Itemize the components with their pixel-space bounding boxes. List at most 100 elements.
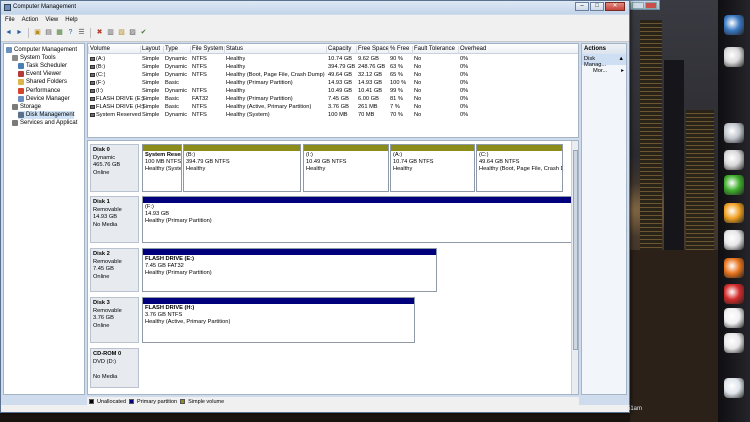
drive-icon[interactable] (724, 378, 744, 398)
export-icon[interactable]: ▧ (117, 28, 126, 37)
table-cell: Healthy (Primary Partition) (226, 96, 293, 102)
settings-icon[interactable]: ▥ (106, 28, 115, 37)
firefox-icon[interactable] (724, 258, 744, 278)
minimize-button[interactable]: – (575, 2, 589, 11)
partition-status: Healthy (Syste (145, 166, 182, 172)
title-bar[interactable]: Computer Management – □ ✕ (1, 1, 629, 14)
tree-item[interactable]: Task Scheduler (18, 62, 67, 70)
tree-item[interactable]: Event Viewer (18, 70, 61, 78)
tree-item[interactable]: Performance (18, 87, 60, 95)
menu-action[interactable]: Action (22, 17, 39, 23)
menu-help[interactable]: Help (65, 17, 77, 23)
partition-title: FLASH DRIVE (H:) (145, 305, 195, 311)
alien-head-icon[interactable] (724, 333, 744, 353)
drive-icon (90, 105, 95, 109)
partition-block[interactable]: (B:) 394.79 GB NTFS Healthy (183, 144, 301, 192)
disk-row: CD-ROM 0 DVD (D:) No Media (90, 348, 567, 388)
partition-block[interactable]: (I:) 10.49 GB NTFS Healthy (303, 144, 389, 192)
column-header[interactable]: Fault Tolerance (412, 46, 455, 54)
list-view-icon[interactable]: ☰ (77, 28, 86, 37)
table-row[interactable]: (B:) Simple Dynamic NTFS Healthy 394.79 GB 248… (88, 63, 578, 71)
tree-item[interactable]: Computer Management (6, 46, 77, 54)
maximize-button[interactable]: □ (590, 2, 604, 11)
disk-label[interactable]: CD-ROM 0 DVD (D:) No Media (90, 348, 139, 388)
tree-item[interactable]: System Tools (12, 54, 56, 62)
disk-info: 7.45 GB (93, 266, 114, 272)
table-cell: (B:) (90, 64, 105, 70)
black-logo-icon[interactable] (724, 308, 744, 328)
opera-red-icon[interactable] (724, 284, 744, 304)
building (630, 250, 720, 422)
refresh-icon[interactable]: ▨ (128, 28, 137, 37)
tree-item[interactable]: Storage (12, 103, 41, 111)
help-icon[interactable]: ? (66, 28, 75, 37)
disk-label[interactable]: Disk 2 Removable 7.45 GB Online (90, 248, 139, 292)
column-header[interactable]: Overhead (458, 46, 486, 54)
partition-block[interactable]: (A:) 10.74 GB NTFS Healthy (390, 144, 475, 192)
console-tree-icon[interactable]: ▤ (44, 28, 53, 37)
partition-size: 14.93 GB (145, 211, 170, 217)
tree-item-label: Computer Management (14, 47, 78, 53)
tree-item[interactable]: Device Manager (18, 95, 70, 103)
disk-info: No Media (93, 373, 118, 380)
green-cubes-icon[interactable] (724, 175, 744, 195)
column-header[interactable]: % Free (388, 46, 409, 54)
disk-name: Disk 3 (93, 300, 110, 306)
partition-block[interactable]: (F:) 14.93 GB Healthy (Primary Partition) (142, 196, 574, 243)
column-header[interactable]: Capacity (326, 46, 351, 54)
tree-item[interactable]: Shared Folders (18, 78, 67, 86)
disk-name: CD-ROM 0 (93, 351, 122, 357)
table-row[interactable]: System Reserved Simple Dynamic NTFS Healthy … (88, 111, 578, 119)
column-header[interactable]: Layout (140, 46, 160, 54)
column-header[interactable]: Free Space (356, 46, 389, 54)
film-reel-icon[interactable] (724, 123, 744, 143)
table-row[interactable]: FLASH DRIVE (H:) Simple Basic NTFS Healthy (… (88, 103, 578, 111)
tree-item-label: Shared Folders (26, 79, 68, 86)
back-arrow-icon[interactable]: ◄ (4, 28, 13, 37)
table-cell: Healthy (System) (226, 112, 270, 118)
partition-block[interactable]: System Reser 100 MB NTFS Healthy (Syste (142, 144, 182, 192)
partition-text: (F:) 14.93 GB Healthy (Primary Partition) (143, 203, 573, 226)
taskbar-clock: 51am (627, 406, 643, 412)
close-button[interactable]: ✕ (605, 2, 625, 11)
properties-icon[interactable]: ▦ (55, 28, 64, 37)
table-cell: 0% (460, 104, 469, 110)
column-header[interactable]: File System (190, 46, 223, 54)
globe-gadget-icon[interactable] (724, 15, 744, 35)
disk-map-scrollbar[interactable] (571, 141, 578, 394)
delete-icon[interactable]: ✖ (95, 28, 104, 37)
partition-block[interactable]: FLASH DRIVE (H:) 3.76 GB NTFS Healthy (Act… (142, 297, 415, 343)
actions-selected-item[interactable]: Disk Manag... ▲ (582, 54, 626, 68)
opera-o-icon[interactable] (724, 230, 744, 250)
forward-arrow-icon[interactable]: ► (15, 28, 24, 37)
column-header[interactable]: Volume (88, 46, 110, 54)
column-header[interactable]: Type (163, 46, 178, 54)
column-header[interactable]: Status (224, 46, 243, 54)
tree-item-label: Device Manager (26, 95, 70, 102)
partition-block[interactable]: (C:) 49.64 GB NTFS Healthy (Boot, Page Fil… (476, 144, 563, 192)
disk-label[interactable]: Disk 3 Removable 3.76 GB Online (90, 297, 139, 343)
tree-item[interactable]: Services and Applicat (12, 119, 77, 127)
disk-label[interactable]: Disk 0 Dynamic 465.76 GB Online (90, 144, 139, 192)
partition-text: System Reser 100 MB NTFS Healthy (Syste (143, 151, 181, 174)
menu-file[interactable]: File (5, 17, 15, 23)
tree-item[interactable]: Disk Management (18, 110, 75, 119)
headset-icon[interactable] (724, 47, 744, 67)
table-cell: 0% (460, 72, 469, 78)
table-cell: No (414, 72, 422, 78)
table-row[interactable]: (F:) Simple Basic Healthy (Primary Partitio… (88, 79, 578, 87)
disk-label[interactable]: Disk 1 Removable 14.93 GB No Media (90, 196, 139, 243)
table-row[interactable]: FLASH DRIVE (E:) Simple Basic FAT32 Healthy … (88, 95, 578, 103)
check-icon[interactable]: ✔ (139, 28, 148, 37)
xsplit-icon[interactable] (724, 203, 744, 223)
partition-block[interactable]: FLASH DRIVE (E:) 7.45 GB FAT32 Healthy (Pr… (142, 248, 437, 292)
padlock-icon[interactable] (724, 150, 744, 170)
table-cell: Simple (142, 64, 160, 70)
folder-up-icon[interactable]: ▣ (33, 28, 42, 37)
menu-view[interactable]: View (45, 17, 58, 23)
table-row[interactable]: (A:) Simple Dynamic NTFS Healthy 10.74 GB 9.62… (88, 55, 578, 63)
table-row[interactable]: (I:) Simple Dynamic NTFS Healthy 10.49 GB 10.4… (88, 87, 578, 95)
performance-icon (18, 87, 24, 94)
table-row[interactable]: (C:) Simple Dynamic NTFS Healthy (Boot, Page… (88, 71, 578, 79)
table-cell: (I:) (90, 88, 103, 94)
